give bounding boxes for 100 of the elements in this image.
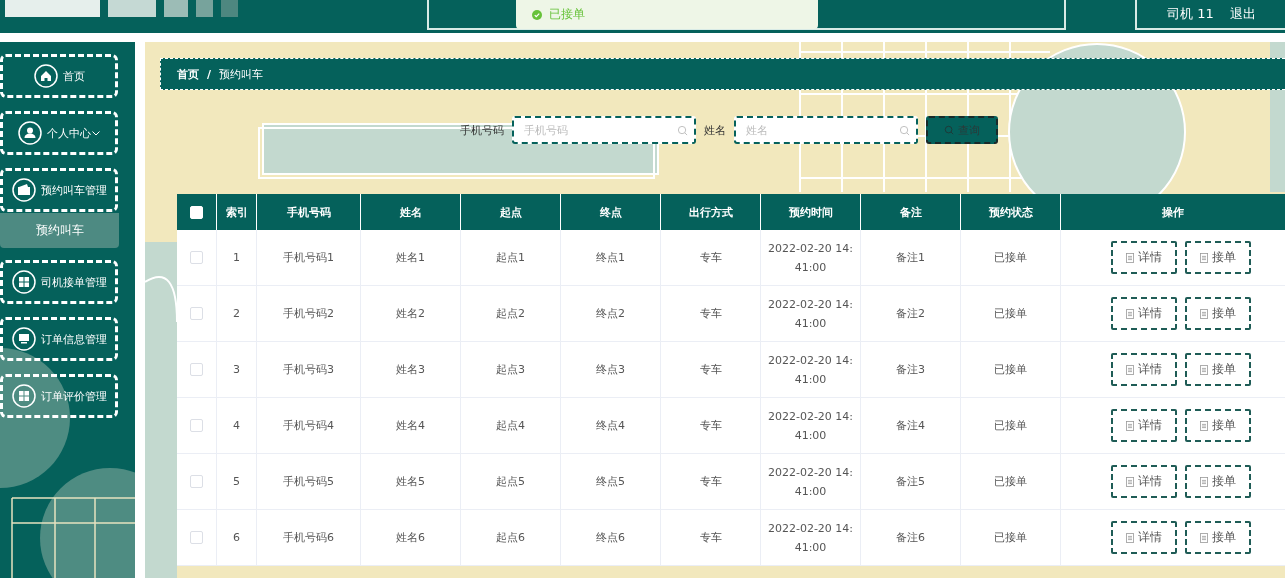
document-icon [1200,252,1208,263]
row-checkbox[interactable] [190,419,203,432]
table-cell-text: 姓名3 [396,362,425,378]
row-checkbox[interactable] [190,531,203,544]
details-button[interactable]: 详情 [1111,353,1177,386]
accept-button[interactable]: 接单 [1185,353,1251,386]
details-button[interactable]: 详情 [1111,409,1177,442]
table-cell-text: 已接单 [994,474,1027,490]
table-cell-text: 备注3 [896,362,925,378]
search-icon [899,125,910,136]
document-icon [1200,364,1208,375]
row-checkbox[interactable] [190,307,203,320]
grid-icon [11,270,36,294]
menu-item[interactable]: 个人中心 [0,111,118,155]
table-cell-text: 已接单 [994,418,1027,434]
table-cell-text: 姓名6 [396,530,425,546]
column-header: 终点 [561,194,661,230]
table-cell-text: 备注1 [896,250,925,266]
breadcrumb-link[interactable]: 预约叫车 [219,66,264,82]
table-cell-text: 2022-02-20 14:41:00 [766,240,855,276]
table-cell-text: 备注2 [896,306,925,322]
table-cell-text: 已接单 [994,362,1027,378]
document-icon [1200,476,1208,487]
document-icon [1126,420,1134,431]
table-cell-text: 2022-02-20 14:41:00 [766,408,855,444]
table-cell-text: 手机号码4 [283,418,334,434]
table-cell-text: 6 [233,530,240,546]
table-cell-text: 备注4 [896,418,925,434]
details-button[interactable]: 详情 [1111,297,1177,330]
table-cell-text: 2022-02-20 14:41:00 [766,464,855,500]
accept-button[interactable]: 接单 [1185,409,1251,442]
grid-icon [11,384,36,408]
field-label: 手机号码 [460,122,504,138]
breadcrumb-separator: / [207,67,212,81]
table-cell-text: 2022-02-20 14:41:00 [766,296,855,332]
search-icon [677,125,688,136]
menu-item[interactable]: 首页 [0,54,118,98]
table-cell-text: 手机号码5 [283,474,334,490]
details-button[interactable]: 详情 [1111,521,1177,554]
document-icon [1200,420,1208,431]
table-cell-text: 起点3 [496,362,525,378]
table-cell-text: 专车 [699,530,722,546]
table-cell-text: 3 [233,362,240,378]
details-button[interactable]: 详情 [1111,241,1177,274]
details-button[interactable]: 详情 [1111,465,1177,498]
column-header: 备注 [861,194,961,230]
document-icon [1200,308,1208,319]
table-cell-text: 2022-02-20 14:41:00 [766,352,855,388]
table-cell-text: 已接单 [994,250,1027,266]
column-header: 索引 [217,194,257,230]
user-icon [18,121,42,145]
search-field[interactable]: 姓名 [734,116,918,144]
check-icon [532,9,542,20]
wallet-icon [11,178,36,202]
column-header: 姓名 [361,194,461,230]
table-cell-text: 2022-02-20 14:41:00 [766,520,855,556]
table-cell-text: 专车 [699,362,722,378]
table-cell-text: 专车 [699,474,722,490]
toast-message: 已接单 [549,6,585,23]
accept-button[interactable]: 接单 [1185,521,1251,554]
document-icon [1200,532,1208,543]
submenu-item[interactable]: 预约叫车 [0,213,119,248]
table-cell-text: 终点6 [596,530,625,546]
table-cell-text: 手机号码2 [283,306,334,322]
accept-button[interactable]: 接单 [1185,241,1251,274]
monitor-icon [11,327,36,351]
table-cell-text: 专车 [699,418,722,434]
document-icon [1126,364,1134,375]
document-icon [1126,532,1134,543]
breadcrumb-link[interactable]: 首页 [177,66,199,82]
table-cell-text: 起点1 [496,250,525,266]
table-cell-text: 已接单 [994,530,1027,546]
column-header: 预约时间 [761,194,861,230]
table-cell-text: 姓名4 [396,418,425,434]
select-all-checkbox[interactable] [190,205,203,219]
table-cell-text: 起点4 [496,418,525,434]
table-cell-text: 手机号码6 [283,530,334,546]
document-icon [1126,252,1134,263]
column-header: 出行方式 [661,194,761,230]
accept-button[interactable]: 接单 [1185,465,1251,498]
table-cell-text: 备注5 [896,474,925,490]
table-cell-text: 备注6 [896,530,925,546]
table-cell-text: 起点6 [496,530,525,546]
accept-button[interactable]: 接单 [1185,297,1251,330]
field-label: 姓名 [704,122,726,138]
logout-link[interactable]: 退出 [1229,5,1256,23]
table-cell-text: 姓名1 [396,250,425,266]
menu-item[interactable]: 订单信息管理 [0,317,118,361]
table-cell-text: 专车 [699,306,722,322]
row-checkbox[interactable] [190,363,203,376]
row-checkbox[interactable] [190,475,203,488]
row-checkbox[interactable] [190,251,203,264]
column-header: 操作 [1061,194,1285,230]
table-cell-text: 1 [233,250,240,266]
table-cell-text: 起点2 [496,306,525,322]
table-cell-text: 终点2 [596,306,625,322]
menu-item[interactable]: 司机接单管理 [0,260,118,304]
menu-item[interactable]: 订单评价管理 [0,374,118,418]
table-cell-text: 起点5 [496,474,525,490]
username: 司机 11 [1167,5,1214,23]
